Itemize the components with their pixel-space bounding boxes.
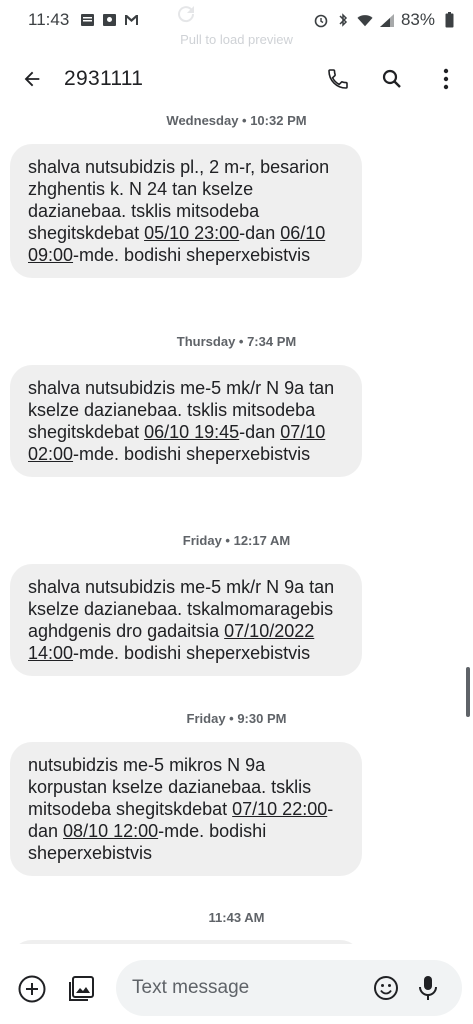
date-link[interactable]: 07/10 22:00 <box>232 799 327 819</box>
message-thread[interactable]: Wednesday • 10:32 PM shalva nutsubidzis … <box>0 102 473 944</box>
gmail-icon <box>123 12 139 28</box>
message-bubble[interactable]: nutsubidzis me-5 mikros N 9a korpustan k… <box>10 742 362 876</box>
notification-icons <box>79 12 139 28</box>
date-link[interactable]: 06/10 19:45 <box>144 422 239 442</box>
timestamp: Wednesday • 10:32 PM <box>166 113 307 128</box>
conversation-header: 2931111 <box>0 56 473 102</box>
message-text: -dan <box>239 223 281 243</box>
bluetooth-icon <box>335 12 351 28</box>
message-text: -mde. bodishi sheperxebistvis <box>73 444 311 464</box>
photo-message-icon <box>101 12 117 28</box>
mic-icon[interactable] <box>412 972 444 1004</box>
timestamp: Friday • 9:30 PM <box>186 711 287 726</box>
date-link[interactable]: 08/10 12:00 <box>63 821 158 841</box>
gallery-icon[interactable] <box>64 971 100 1007</box>
conversation-title: 2931111 <box>64 67 144 90</box>
message-text: -mde. bodishi sheperxebistvis <box>73 245 311 265</box>
message-bubble[interactable]: nutsubidzis <box>10 940 362 944</box>
timestamp: Thursday • 7:34 PM <box>176 334 297 349</box>
refresh-icon <box>174 2 198 26</box>
message-bubble[interactable]: shalva nutsubidzis me-5 mk/r N 9a tan ks… <box>10 564 362 676</box>
battery-percent: 83% <box>400 10 435 29</box>
scrollbar-thumb[interactable] <box>466 667 470 717</box>
message-bubble[interactable]: shalva nutsubidzis pl., 2 m-r, besarion … <box>10 144 362 278</box>
message-input[interactable] <box>132 960 352 1016</box>
emoji-icon[interactable] <box>370 972 402 1004</box>
search-icon[interactable] <box>365 56 419 102</box>
message-bubble[interactable]: shalva nutsubidzis me-5 mk/r N 9a tan ks… <box>10 365 362 477</box>
more-vert-icon[interactable] <box>419 56 473 102</box>
composer-bar <box>0 956 473 1018</box>
alarm-icon <box>313 12 329 28</box>
phone-icon[interactable] <box>311 56 365 102</box>
message-icon <box>79 12 95 28</box>
message-text: -mde. bodishi sheperxebistvis <box>73 643 311 663</box>
message-field[interactable] <box>116 960 462 1016</box>
add-circle-icon[interactable] <box>14 971 50 1007</box>
timestamp: 11:43 AM <box>208 910 265 925</box>
back-arrow-icon[interactable] <box>8 56 56 102</box>
system-icons: 83% <box>313 10 457 30</box>
wifi-icon <box>357 12 373 28</box>
status-time: 11:43 <box>28 10 70 29</box>
message-text: -dan <box>239 422 281 442</box>
timestamp: Friday • 12:17 AM <box>182 533 291 548</box>
date-link[interactable]: 05/10 23:00 <box>144 223 239 243</box>
pull-to-load-hint: Pull to load preview <box>180 32 293 47</box>
battery-icon <box>441 12 457 28</box>
signal-icon <box>379 12 395 28</box>
